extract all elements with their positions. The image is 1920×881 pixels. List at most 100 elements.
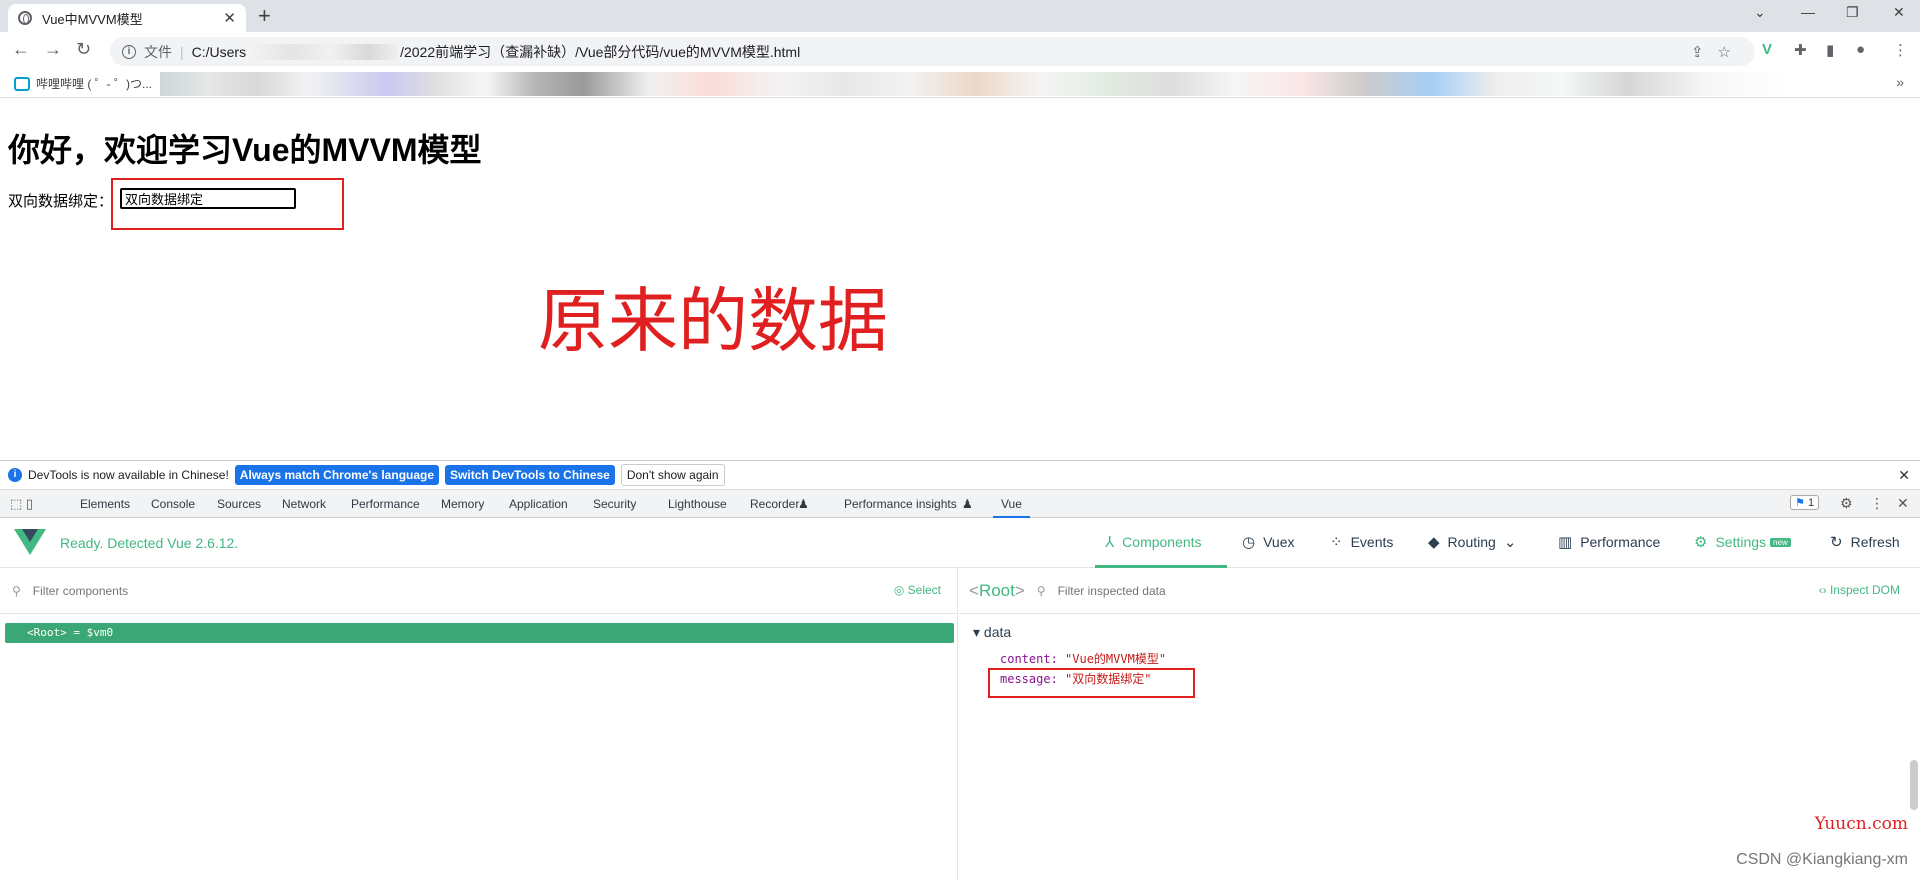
issues-badge[interactable]: ⚑ 1 <box>1790 495 1820 510</box>
address-bar[interactable]: i 文件 | C:/Users /2022前端学习（查漏补缺）/Vue部分代码/… <box>110 37 1755 66</box>
devtools-language-infobar: i DevTools is now available in Chinese! … <box>0 460 1920 490</box>
nav-events[interactable]: ⁘ Events <box>1330 533 1393 551</box>
vue-devtools-extension-icon[interactable]: V <box>1762 41 1772 58</box>
tab-title: Vue中MVVM模型 <box>42 11 143 27</box>
nav-vuex-label: Vuex <box>1263 534 1295 550</box>
search-icon: ⚲ <box>1036 583 1046 598</box>
tab-memory[interactable]: Memory <box>441 497 484 511</box>
bookmark-bilibili[interactable]: 哔哩哔哩 ( ゜- ゜)つ... <box>14 75 152 92</box>
globe-icon <box>18 11 32 25</box>
author-watermark: CSDN @Kiangkiang-xm <box>1736 851 1908 868</box>
tab-search-icon[interactable]: ⌄ <box>1754 4 1766 21</box>
data-section-label: data <box>983 624 1012 640</box>
chrome-menu-icon[interactable]: ⋮ <box>1893 41 1908 59</box>
extensions-icon[interactable]: ✚ <box>1794 41 1807 59</box>
tab-recorder[interactable]: Recorder <box>750 497 799 511</box>
window-close-icon[interactable]: ✕ <box>1893 4 1905 21</box>
tab-console[interactable]: Console <box>151 497 195 511</box>
scrollbar-thumb[interactable] <box>1910 760 1918 810</box>
devtools-tab-bar: ⬚ ▯ Elements Console Sources Network Per… <box>0 490 1920 518</box>
site-watermark: Yuucn.com <box>1814 814 1908 834</box>
infobar-message: DevTools is now available in Chinese! <box>28 468 229 482</box>
bar-chart-icon: ▥ <box>1558 534 1573 551</box>
routing-icon: ◆ <box>1428 534 1440 551</box>
side-panel-icon[interactable]: ▮ <box>1826 41 1834 59</box>
components-icon: ⅄ <box>1105 534 1115 551</box>
tab-performance[interactable]: Performance <box>351 497 420 511</box>
reload-icon[interactable]: ↻ <box>76 39 91 60</box>
vue-status-text: Ready. Detected Vue 2.6.12. <box>60 535 239 551</box>
data-value: "Vue的MVVM模型" <box>1065 652 1167 666</box>
issues-count: 1 <box>1807 497 1815 509</box>
binding-field-label: 双向数据绑定： <box>8 193 114 210</box>
nav-refresh[interactable]: ↻ Refresh <box>1830 533 1900 551</box>
address-file-label: 文件 <box>144 43 172 60</box>
tab-network[interactable]: Network <box>282 497 326 511</box>
minimize-icon[interactable]: — <box>1801 4 1815 20</box>
issues-icon: ⚑ <box>1795 497 1805 509</box>
bookmarks-overflow-icon[interactable]: » <box>1896 74 1904 90</box>
tab-sources[interactable]: Sources <box>217 497 261 511</box>
nav-routing[interactable]: ◆ Routing ⌄ <box>1428 533 1524 551</box>
events-icon: ⁘ <box>1330 534 1343 551</box>
history-icon: ◷ <box>1242 534 1256 551</box>
select-component-button[interactable]: ◎ Select <box>894 583 941 597</box>
browser-tab[interactable]: Vue中MVVM模型 ✕ <box>8 4 246 32</box>
nav-settings-label: Settings <box>1715 534 1767 550</box>
dont-show-again-button[interactable]: Don't show again <box>620 464 725 486</box>
data-row[interactable]: content: "Vue的MVVM模型" <box>1000 650 1166 667</box>
tab-lighthouse[interactable]: Lighthouse <box>668 497 727 511</box>
highlight-box-message <box>988 668 1195 698</box>
devtools-menu-icon[interactable]: ⋮ <box>1870 495 1884 512</box>
maximize-icon[interactable]: ❐ <box>1846 4 1859 21</box>
browser-toolbar: ← → ↻ i 文件 | C:/Users /2022前端学习（查漏补缺）/Vu… <box>0 32 1920 70</box>
nav-components[interactable]: ⅄ Components <box>1105 533 1202 551</box>
address-suffix: /2022前端学习（查漏补缺）/Vue部分代码/vue的MVVM模型.html <box>400 43 801 60</box>
inspect-dom-button[interactable]: ‹› Inspect DOM <box>1819 583 1900 597</box>
tab-vue[interactable]: Vue <box>993 497 1030 518</box>
bookmarks-bar: 哔哩哔哩 ( ゜- ゜)つ... » <box>0 70 1920 98</box>
omnibox-actions[interactable]: ⇪☆ <box>1691 43 1745 61</box>
new-badge: new <box>1770 537 1791 547</box>
caret-down-icon: ▾ <box>973 624 981 640</box>
filter-inspected-data-input[interactable] <box>1057 583 1458 598</box>
switch-to-chinese-button[interactable]: Switch DevTools to Chinese <box>445 465 615 485</box>
redacted-bookmarks <box>160 72 1790 96</box>
profile-avatar-icon[interactable]: ● <box>1856 41 1865 58</box>
tab-close-icon[interactable]: ✕ <box>223 9 236 27</box>
tab-security[interactable]: Security <box>593 497 636 511</box>
new-tab-button[interactable]: + <box>258 3 271 29</box>
tab-strip: Vue中MVVM模型 ✕ + ⌄ — ❐ ✕ <box>0 0 1920 32</box>
nav-performance[interactable]: ▥ Performance <box>1558 533 1660 551</box>
inspected-component-name: <Root> <box>969 580 1025 600</box>
filter-components-input[interactable] <box>32 583 533 598</box>
nav-components-label: Components <box>1122 534 1202 550</box>
inspector-pane: <Root> ⚲ ‹› Inspect DOM ▾ data content: … <box>959 568 1920 881</box>
refresh-icon: ↻ <box>1830 534 1843 551</box>
tab-elements[interactable]: Elements <box>80 497 130 511</box>
nav-settings[interactable]: ⚙ Settings new <box>1694 533 1791 551</box>
vue-devtools-header: Ready. Detected Vue 2.6.12. ⅄ Components… <box>0 518 1920 568</box>
address-prefix: C:/Users <box>191 43 247 60</box>
data-colon: : <box>1050 652 1066 666</box>
settings-gear-icon: ⚙ <box>1694 534 1708 551</box>
redacted-path <box>248 43 399 60</box>
nav-refresh-label: Refresh <box>1850 534 1900 550</box>
match-language-button[interactable]: Always match Chrome's language <box>234 465 440 485</box>
inspect-element-icon[interactable]: ⬚ ▯ <box>10 496 33 512</box>
infobar-close-icon[interactable]: ✕ <box>1898 467 1910 484</box>
data-section-header[interactable]: ▾ data <box>973 624 1011 641</box>
site-info-icon[interactable]: i <box>122 44 136 59</box>
tab-application[interactable]: Application <box>509 497 568 511</box>
devtools-settings-icon[interactable]: ⚙ <box>1840 495 1853 512</box>
annotation-text: 原来的数据 <box>538 280 888 362</box>
vue-logo-icon <box>14 529 46 555</box>
component-root-row[interactable]: <Root> = $vm0 <box>5 623 954 643</box>
back-arrow-icon[interactable]: ← <box>12 39 30 60</box>
devtools-close-icon[interactable]: ✕ <box>1897 495 1909 512</box>
search-icon: ⚲ <box>12 583 21 598</box>
nav-vuex[interactable]: ◷ Vuex <box>1242 533 1294 551</box>
tab-performance-insights[interactable]: Performance insights <box>844 497 957 511</box>
bilibili-icon <box>14 76 30 91</box>
forward-arrow-icon[interactable]: → <box>44 39 62 60</box>
